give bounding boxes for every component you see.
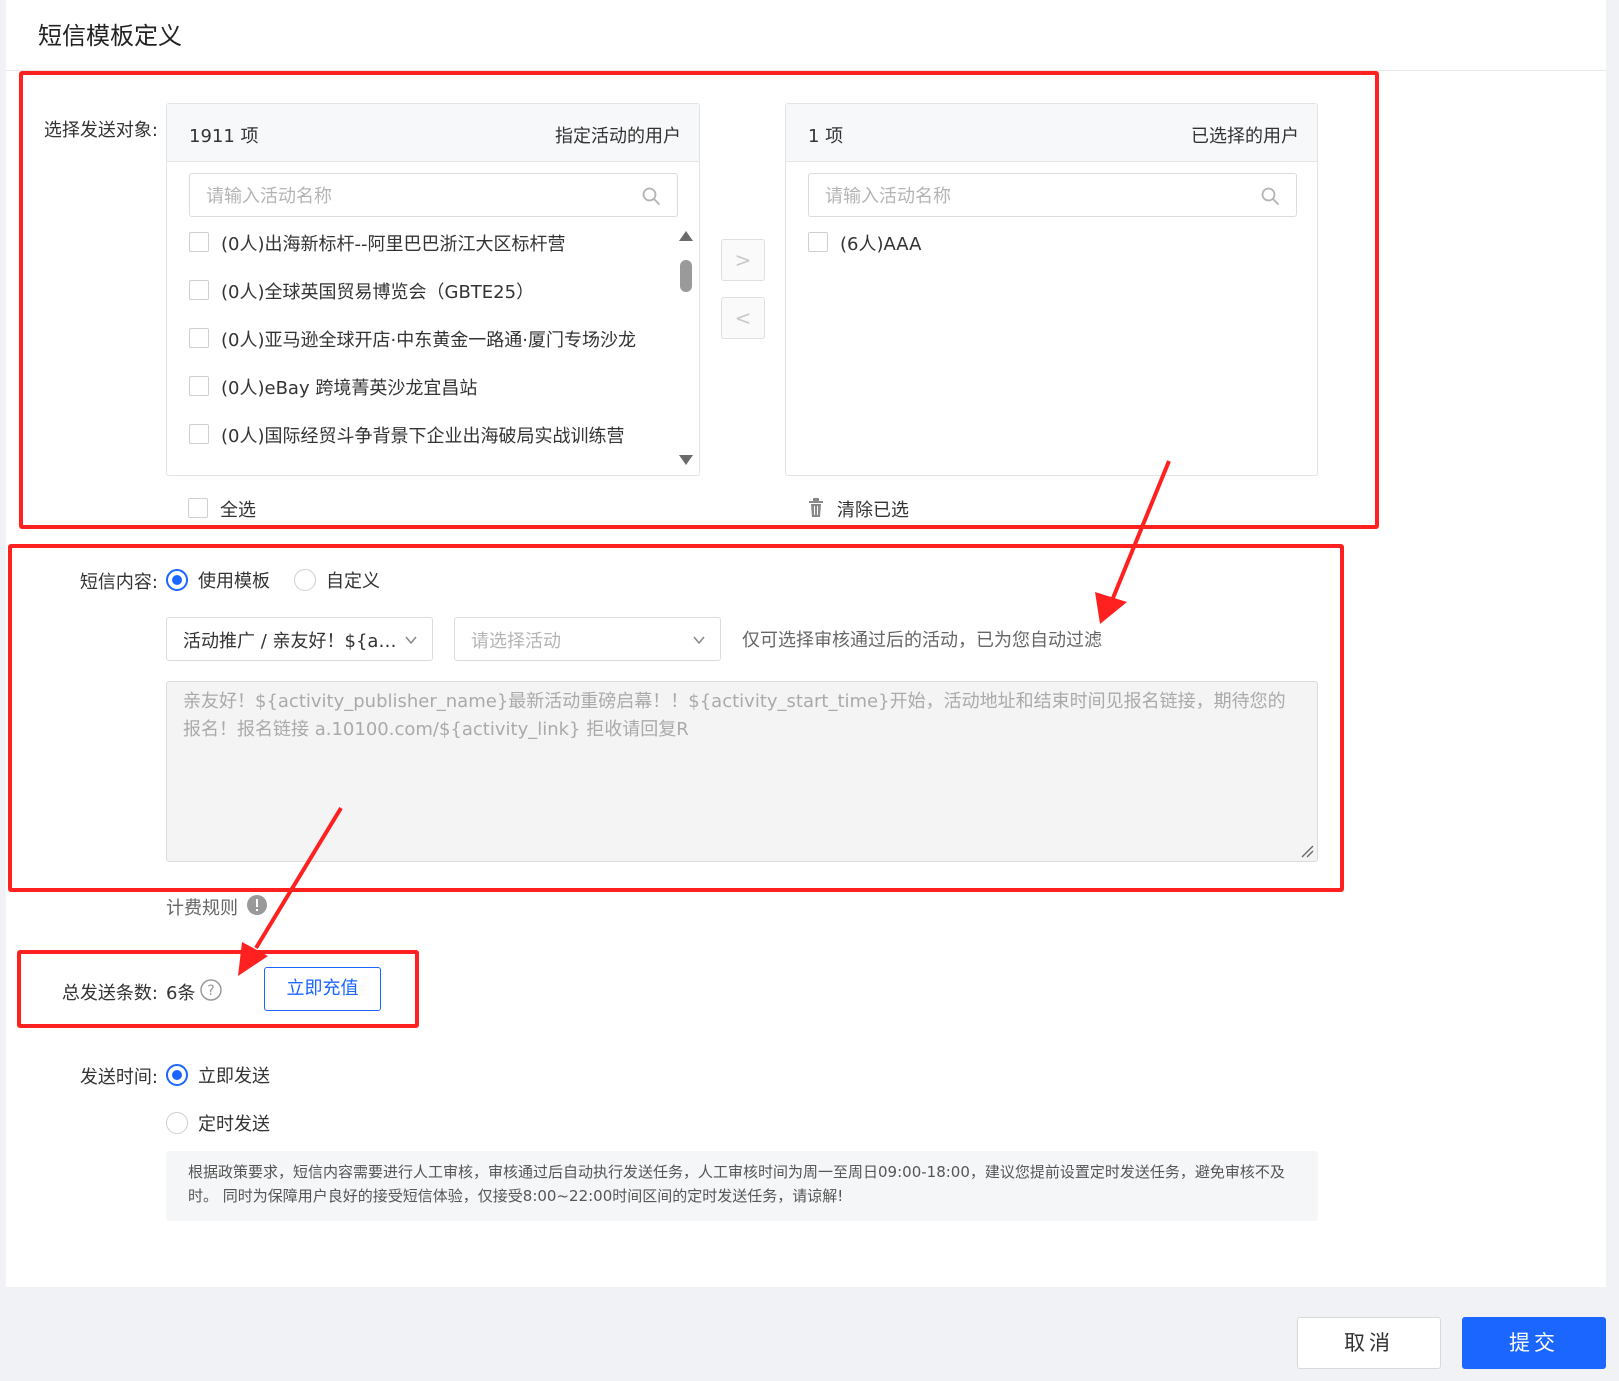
info-icon[interactable] (246, 894, 268, 916)
recharge-button[interactable]: 立即充值 (264, 967, 381, 1011)
list-item[interactable]: (0人)全球英国贸易博览会（GBTE25） (189, 276, 659, 316)
item-checkbox[interactable] (808, 232, 828, 252)
target-count: 1 项 (808, 126, 844, 147)
radio-send-now-label: 立即发送 (198, 1066, 270, 1087)
audience-label: 选择发送对象: (43, 120, 158, 141)
sms-content-textarea[interactable]: 亲友好！${activity_publisher_name}最新活动重磅启幕！！… (166, 681, 1318, 862)
list-item[interactable]: (0人)国际经贸斗争背景下企业出海破局实战训练营 (189, 420, 659, 460)
source-panel-header: 1911 项 指定活动的用户 (167, 104, 699, 162)
move-left-button[interactable]: < (721, 297, 765, 339)
radio-send-timed-label: 定时发送 (198, 1114, 270, 1135)
list-item[interactable]: (0人)出海新标杆--阿里巴巴浙江大区标杆营 (189, 228, 659, 268)
activity-select-placeholder: 请选择活动 (471, 631, 561, 652)
select-all-label: 全选 (220, 500, 256, 521)
item-label: (0人)全球英国贸易博览会（GBTE25） (221, 282, 535, 303)
policy-notice: 根据政策要求，短信内容需要进行人工审核，审核通过后自动执行发送任务，人工审核时间… (166, 1151, 1318, 1221)
radio-send-timed-dot[interactable] (166, 1112, 188, 1134)
radio-custom[interactable]: 自定义 (294, 567, 404, 595)
source-panel: 1911 项 指定活动的用户 (0人)出海新标杆--阿里巴巴浙江大区标杆营 (0… (166, 103, 700, 476)
submit-button[interactable]: 提交 (1462, 1317, 1606, 1369)
source-list: (0人)出海新标杆--阿里巴巴浙江大区标杆营 (0人)全球英国贸易博览会（GBT… (189, 228, 659, 468)
schedule-label: 发送时间: (79, 1067, 158, 1088)
radio-send-timed[interactable]: 定时发送 (166, 1110, 296, 1138)
radio-use-template-label: 使用模板 (198, 571, 270, 592)
target-search-field[interactable] (808, 173, 1297, 218)
svg-text:?: ? (207, 983, 214, 999)
select-all[interactable]: 全选 (188, 496, 308, 524)
title-divider (6, 70, 1606, 71)
scroll-down-icon[interactable] (678, 454, 694, 466)
cancel-button[interactable]: 取消 (1297, 1317, 1441, 1369)
radio-send-now-dot[interactable] (166, 1064, 188, 1086)
item-checkbox[interactable] (189, 280, 209, 300)
radio-send-now[interactable]: 立即发送 (166, 1062, 296, 1090)
source-title: 指定活动的用户 (555, 126, 681, 147)
activity-hint: 仅可选择审核通过后的活动，已为您自动过滤 (742, 630, 1102, 651)
radio-custom-label: 自定义 (326, 571, 380, 592)
total-label: 总发送条数: (61, 983, 158, 1004)
list-item[interactable]: (0人)亚马逊全球开店·中东黄金一路通·厦门专场沙龙 (189, 324, 659, 364)
trash-icon[interactable] (807, 498, 825, 518)
search-icon[interactable] (641, 186, 661, 206)
source-search-field[interactable] (189, 173, 678, 218)
item-label: (6人)AAA (840, 234, 922, 255)
select-all-checkbox[interactable] (188, 498, 208, 518)
item-label: (0人)出海新标杆--阿里巴巴浙江大区标杆营 (221, 234, 566, 255)
target-title: 已选择的用户 (1191, 126, 1299, 147)
move-right-button[interactable]: > (721, 239, 765, 281)
scrollbar-thumb[interactable] (680, 260, 692, 292)
scroll-up-icon[interactable] (678, 230, 694, 242)
item-label: (0人)国际经贸斗争背景下企业出海破局实战训练营 (221, 426, 625, 447)
list-item[interactable]: (0人)eBay 跨境菁英沙龙宜昌站 (189, 372, 659, 412)
chevron-down-icon[interactable] (692, 633, 706, 647)
content-label: 短信内容: (79, 572, 158, 593)
help-icon[interactable]: ? (199, 978, 223, 1002)
list-item[interactable]: (6人)AAA (808, 228, 1278, 268)
radio-use-template-dot[interactable] (166, 569, 188, 591)
item-checkbox[interactable] (189, 232, 209, 252)
clear-selected-label: 清除已选 (837, 500, 909, 521)
item-checkbox[interactable] (189, 376, 209, 396)
page-title: 短信模板定义 (38, 22, 182, 50)
target-panel-header: 1 项 已选择的用户 (786, 104, 1317, 162)
chevron-down-icon[interactable] (404, 633, 418, 647)
billing-rule-link[interactable]: 计费规则 (166, 894, 238, 920)
source-scrollbar[interactable] (675, 228, 695, 470)
item-checkbox[interactable] (189, 424, 209, 444)
source-search-input[interactable] (204, 174, 628, 218)
source-count: 1911 项 (189, 126, 259, 147)
search-icon[interactable] (1260, 186, 1280, 206)
template-select-value: 活动推广 / 亲友好！${activity_publisher_name} (183, 631, 401, 652)
target-panel: 1 项 已选择的用户 (6人)AAA (785, 103, 1318, 476)
sms-content-text: 亲友好！${activity_publisher_name}最新活动重磅启幕！！… (183, 691, 1286, 740)
template-select[interactable]: 活动推广 / 亲友好！${activity_publisher_name} (166, 617, 433, 661)
radio-use-template[interactable]: 使用模板 (166, 567, 286, 595)
item-label: (0人)eBay 跨境菁英沙龙宜昌站 (221, 378, 478, 399)
item-checkbox[interactable] (189, 328, 209, 348)
clear-selected[interactable]: 清除已选 (807, 496, 947, 524)
resize-handle-icon[interactable] (1300, 844, 1314, 858)
item-label: (0人)亚马逊全球开店·中东黄金一路通·厦门专场沙龙 (221, 330, 636, 351)
target-search-input[interactable] (823, 174, 1247, 218)
total-value: 6条 (166, 983, 196, 1004)
activity-select[interactable]: 请选择活动 (454, 617, 721, 661)
radio-custom-dot[interactable] (294, 569, 316, 591)
